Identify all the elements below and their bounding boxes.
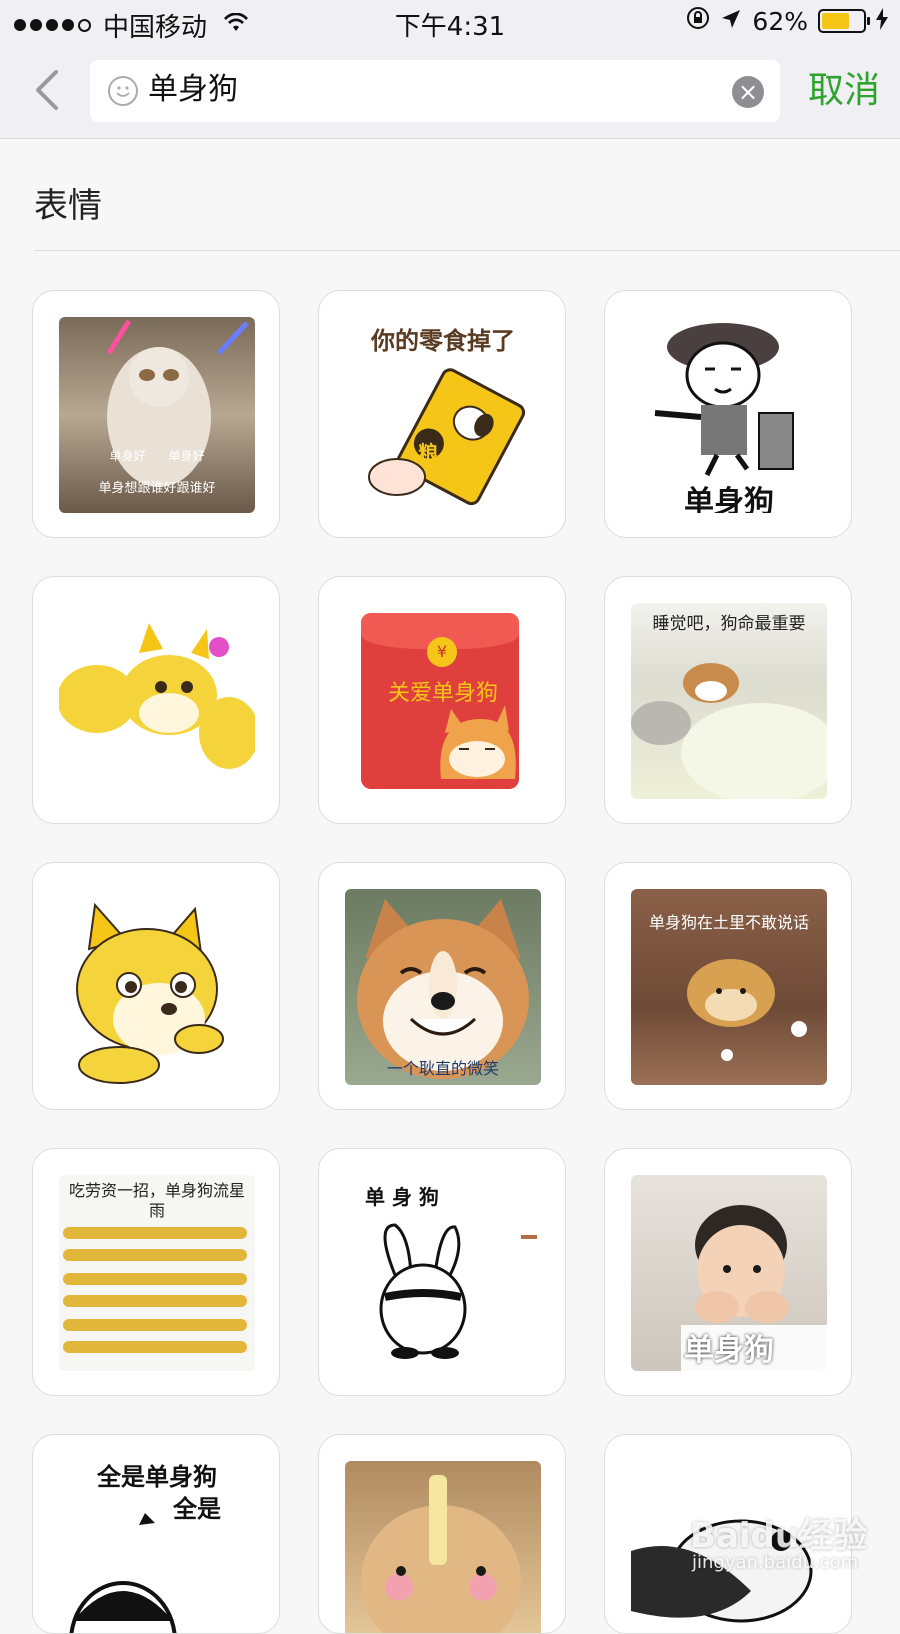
sticker-caption: 单身狗 xyxy=(684,485,774,513)
sticker-card[interactable]: 单身狗 xyxy=(604,1148,852,1396)
sticker-card[interactable] xyxy=(318,1434,566,1634)
sticker-card[interactable]: 你的零食掉了 粮 xyxy=(318,290,566,538)
sticker-caption: 单身想跟谁好跟谁好 xyxy=(98,481,216,496)
sticker-card[interactable]: 单 身 狗 xyxy=(318,1148,566,1396)
sticker-card[interactable]: 吃劳资一招，单身狗流星雨 xyxy=(32,1148,280,1396)
sticker-image: 吃劳资一招，单身狗流星雨 xyxy=(59,1175,255,1371)
sticker-card[interactable]: 单身狗在土里不敢说话 xyxy=(604,862,852,1110)
sticker-card[interactable]: 单身好 单身好 单身想跟谁好跟谁好 xyxy=(32,290,280,538)
sticker-caption: 单身狗 xyxy=(684,1333,774,1368)
sticker-caption: 单身好 单身好 xyxy=(109,449,205,463)
sticker-image: 单身好 单身好 单身想跟谁好跟谁好 xyxy=(59,317,255,513)
sticker-card[interactable]: 单身狗 xyxy=(604,290,852,538)
sticker-card[interactable] xyxy=(32,862,280,1110)
sticker-image: ¥ 关爱单身狗 xyxy=(345,603,541,799)
sticker-image xyxy=(345,1461,541,1633)
sticker-grid: 单身好 单身好 单身想跟谁好跟谁好 你的零食掉了 粮 单身狗 ¥ 关爱单身狗 睡… xyxy=(0,0,900,1634)
sticker-caption: 粮 xyxy=(418,441,438,465)
sticker-image: 单身狗在土里不敢说话 xyxy=(631,889,827,1085)
watermark-url: jingyan.baidu.com xyxy=(692,1552,859,1573)
sticker-image: 睡觉吧，狗命最重要 xyxy=(631,603,827,799)
sticker-image: 单 身 狗 xyxy=(345,1175,541,1371)
sticker-card[interactable]: ¥ 关爱单身狗 xyxy=(318,576,566,824)
baidu-logo: Baidu经验 xyxy=(690,1516,868,1556)
sticker-image: 一个耿直的微笑 xyxy=(345,889,541,1085)
sticker-card[interactable] xyxy=(32,576,280,824)
sticker-image: 你的零食掉了 粮 xyxy=(345,317,541,513)
sticker-card[interactable]: 一个耿直的微笑 xyxy=(318,862,566,1110)
sticker-image: 单身狗 xyxy=(631,317,827,513)
sticker-image: 全是单身狗 全是 xyxy=(59,1461,255,1633)
sticker-image xyxy=(59,603,255,799)
sticker-card[interactable]: 睡觉吧，狗命最重要 xyxy=(604,576,852,824)
sticker-caption: 一个耿直的微笑 xyxy=(386,1059,499,1078)
sticker-card[interactable]: 全是单身狗 全是 xyxy=(32,1434,280,1634)
sticker-image: 单身狗 xyxy=(631,1175,827,1371)
sticker-image xyxy=(59,889,255,1085)
